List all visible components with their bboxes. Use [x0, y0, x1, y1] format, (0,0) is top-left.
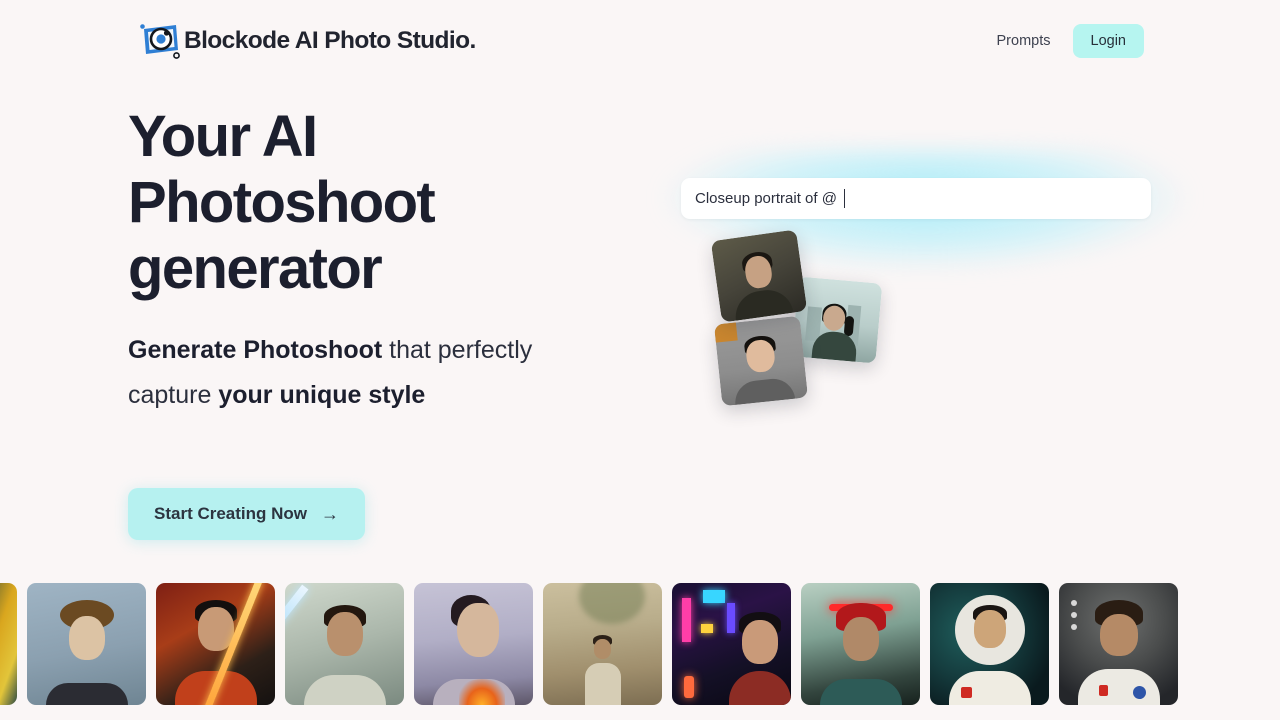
hero-subtitle: Generate Photoshoot that perfectly captu… [128, 328, 568, 418]
hero-subtitle-strong-1: Generate Photoshoot [128, 336, 383, 364]
start-creating-label: Start Creating Now [154, 504, 308, 523]
figure-head [742, 619, 779, 664]
figure-head [457, 602, 500, 657]
gallery-tile-astronaut-woman[interactable] [930, 583, 1049, 705]
login-button[interactable]: Login [1072, 24, 1144, 58]
color-chip [713, 322, 738, 343]
figure-body [729, 671, 791, 705]
prompt-input[interactable]: Closeup portrait of @ [681, 178, 1151, 219]
portrait-card-teal-image [791, 276, 883, 364]
prompt-input-value: Closeup portrait of @ [695, 190, 837, 207]
figure-body [45, 683, 128, 705]
fire-glow [459, 679, 506, 705]
figure-head [326, 612, 363, 657]
light-blade [285, 584, 309, 657]
gallery-tile-cyberpunk[interactable] [672, 583, 791, 705]
start-creating-button[interactable]: Start Creating Now → [128, 488, 366, 540]
gallery-strip [0, 583, 1280, 705]
gallery-tile-astronaut-man[interactable] [1059, 583, 1178, 705]
gallery-tile-field-man[interactable] [543, 583, 662, 705]
portrait-card-dark-image [710, 229, 808, 323]
portrait-card-grey[interactable] [713, 315, 809, 407]
neon-sign [726, 602, 735, 633]
figure-head [594, 639, 611, 660]
figure-body [732, 286, 794, 321]
neon-lamp [683, 675, 694, 698]
hero-copy: Your AI Photoshoot generator Generate Ph… [128, 104, 628, 540]
hero-subtitle-strong-2: your unique style [218, 381, 426, 409]
figure-body [819, 679, 902, 705]
figure-head [842, 617, 879, 662]
page-title: Your AI Photoshoot generator [128, 104, 628, 302]
capsule-lights [1070, 600, 1077, 607]
suit-patch [960, 686, 972, 698]
gallery-tile-blue-blade[interactable] [285, 583, 404, 705]
figure-body [1077, 669, 1160, 705]
figure-body [733, 376, 796, 405]
hero-title-line-1: Your AI [128, 104, 318, 169]
arrow-right-icon: → [321, 504, 340, 524]
figure-head [1099, 613, 1138, 656]
portrait-card-dark[interactable] [710, 229, 808, 323]
brand-name: Blockode AI Photo Studio. [184, 27, 476, 54]
hero-visual: Closeup portrait of @ [640, 130, 1200, 460]
site-header: Blockode AI Photo Studio. Prompts Login [0, 0, 1280, 82]
suit-patch [1132, 685, 1146, 699]
suit-patch [1099, 685, 1109, 697]
figure-head [973, 609, 1006, 648]
text-caret-icon [843, 189, 846, 208]
hero-title-line-3: generator [128, 236, 383, 301]
gallery-tile-harlequin[interactable] [0, 583, 17, 705]
gallery-tile-red-spikes[interactable] [801, 583, 920, 705]
camera-aperture-icon [136, 20, 182, 62]
portrait-card-teal[interactable] [791, 276, 883, 364]
gallery-tile-curly-man[interactable] [27, 583, 146, 705]
figure-head [68, 615, 105, 660]
neon-sign [702, 590, 725, 604]
background-tree [578, 583, 645, 625]
hero-title-line-2: Photoshoot [128, 170, 436, 235]
main-nav: Prompts Login [993, 24, 1144, 58]
gallery-tile-profile-fire[interactable] [414, 583, 533, 705]
neon-sign [700, 624, 713, 634]
figure-body [584, 663, 621, 705]
neon-sign [681, 597, 691, 642]
gallery-tile-orange-blade[interactable] [156, 583, 275, 705]
brand[interactable]: Blockode AI Photo Studio. [136, 20, 476, 62]
figure-body [303, 675, 386, 705]
portrait-card-grey-image [713, 315, 809, 407]
nav-link-prompts[interactable]: Prompts [993, 27, 1055, 55]
